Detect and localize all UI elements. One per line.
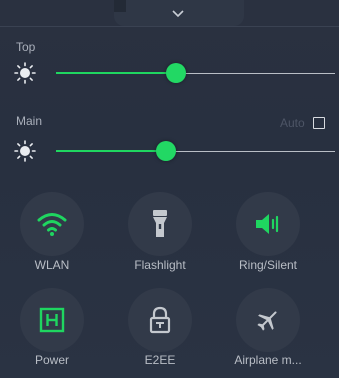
main-slider-fill	[56, 150, 166, 152]
brightness-icon	[14, 140, 36, 162]
speaker-icon	[256, 214, 279, 234]
tile-label: Ring/Silent	[238, 258, 298, 272]
auto-checkbox[interactable]	[312, 117, 325, 129]
tile-label: WLAN	[34, 258, 70, 272]
divider	[0, 26, 339, 27]
top-slider-track[interactable]	[176, 73, 335, 74]
tile-ring-silent[interactable]	[236, 192, 300, 256]
flashlight-icon	[153, 210, 167, 237]
brightness-icon	[14, 62, 36, 84]
wifi-icon	[37, 213, 67, 236]
top-slider-thumb[interactable]	[166, 63, 186, 83]
tile-wlan[interactable]	[20, 192, 84, 256]
tile-e2ee[interactable]	[128, 288, 192, 352]
tile-airplane-mode[interactable]	[236, 288, 300, 352]
tile-label: E2EE	[144, 353, 176, 367]
tile-label: Flashlight	[134, 258, 186, 272]
tile-power[interactable]	[20, 288, 84, 352]
quick-settings-panel: Top Main Auto WLAN Flashlight Ring/Silen…	[0, 0, 339, 378]
tile-flashlight[interactable]	[128, 192, 192, 256]
auto-brightness-toggle[interactable]: Auto	[280, 116, 325, 130]
main-slider-label: Main	[16, 114, 43, 128]
main-slider-track[interactable]	[166, 151, 335, 152]
top-slider-label: Top	[16, 40, 36, 54]
power-h-icon	[39, 307, 65, 333]
auto-label: Auto	[280, 116, 305, 130]
tile-label: Airplane m...	[234, 353, 302, 367]
top-slider-fill	[56, 72, 176, 74]
airplane-icon	[257, 311, 277, 331]
tile-label: Power	[34, 353, 69, 367]
chevron-down-icon[interactable]	[172, 10, 184, 18]
main-slider-thumb[interactable]	[156, 141, 176, 161]
lock-icon	[149, 306, 171, 334]
